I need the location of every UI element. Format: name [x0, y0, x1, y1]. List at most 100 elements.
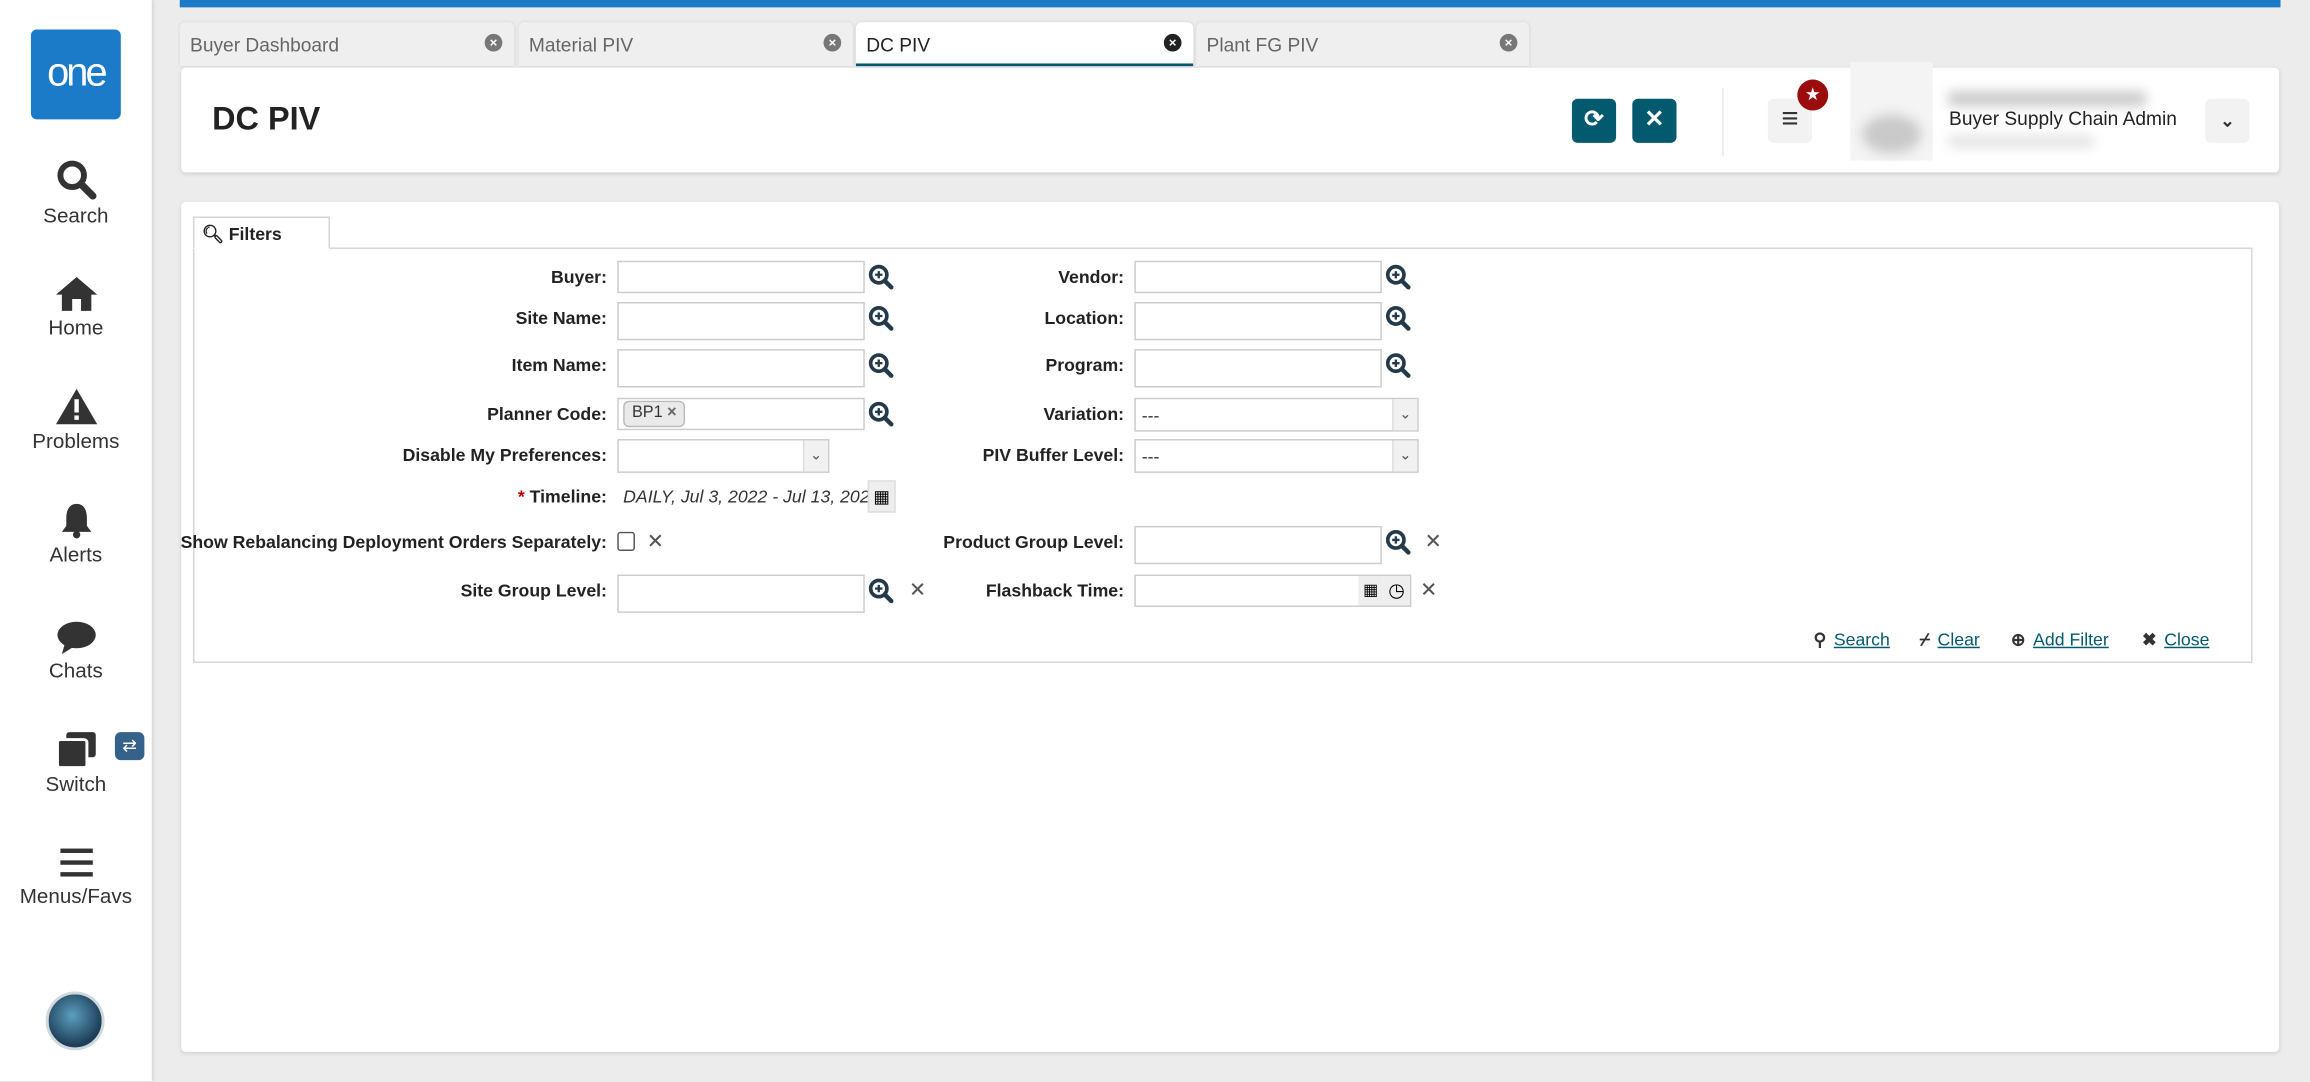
close-icon: ✖ [2142, 629, 2157, 650]
add-filter-link[interactable]: ⊕ Add Filter [2011, 629, 2109, 650]
tab-buyer-dashboard[interactable]: Buyer Dashboard × [179, 22, 515, 67]
show-rebalancing-label: Show Rebalancing Deployment Orders Separ… [180, 531, 607, 553]
tab-plant-fg-piv[interactable]: Plant FG PIV × [1196, 22, 1530, 67]
planner-code-label: Planner Code: [487, 403, 607, 425]
calendar-icon[interactable]: ▦ [867, 480, 896, 513]
disable-my-preferences-select[interactable]: ⌄ [617, 439, 830, 473]
switch-badge-icon: ⇄ [114, 732, 145, 761]
search-icon: 🔍︎ [201, 223, 225, 245]
product-group-level-lookup-icon[interactable] [1385, 529, 1412, 556]
bell-icon [61, 503, 91, 539]
site-group-level-input[interactable] [617, 574, 865, 613]
selected-value: --- [1141, 405, 1160, 426]
planner-code-chip[interactable]: BP1 × [623, 400, 686, 428]
search-icon: ⚲ [1813, 629, 1827, 650]
switch-icon [55, 732, 96, 770]
remove-chip-icon[interactable]: × [667, 404, 676, 422]
site-name-label: Site Name: [515, 307, 607, 329]
tab-dc-piv[interactable]: DC PIV × [855, 22, 1194, 67]
search-icon [56, 160, 96, 200]
buyer-input[interactable] [617, 260, 865, 294]
planner-code-lookup-icon[interactable] [868, 401, 895, 428]
user-photo [1850, 61, 1933, 161]
item-name-label: Item Name: [511, 355, 607, 376]
clock-icon[interactable]: ◷ [1383, 576, 1410, 606]
close-tab-icon[interactable]: × [823, 33, 842, 52]
search-link-label: Search [1833, 629, 1890, 650]
chevron-down-icon: ⌄ [2220, 110, 2235, 132]
site-name-input[interactable] [617, 302, 865, 341]
close-filters-link[interactable]: ✖ Close [2142, 629, 2209, 650]
site-group-level-remove-icon[interactable]: ✕ [909, 577, 926, 602]
tab-label: Plant FG PIV [1206, 33, 1319, 56]
app-logo[interactable]: one [30, 29, 121, 120]
user-menu-dropdown-button[interactable]: ⌄ [2205, 98, 2250, 143]
menu-icon [59, 848, 93, 877]
broom-icon: ⌿ [1919, 629, 1931, 650]
piv-buffer-select[interactable]: --- ⌄ [1134, 439, 1419, 473]
add-filter-link-label: Add Filter [2033, 629, 2109, 650]
timeline-label: * Timeline: [518, 486, 607, 507]
item-name-lookup-icon[interactable] [868, 352, 895, 379]
product-group-level-input[interactable] [1134, 525, 1382, 565]
clear-link-label: Clear [1937, 629, 1980, 650]
chevron-down-icon: ⌄ [1392, 440, 1418, 472]
site-name-lookup-icon[interactable] [868, 305, 895, 332]
search-link[interactable]: ⚲ Search [1814, 629, 1890, 650]
program-label: Program: [1045, 355, 1125, 376]
variation-select[interactable]: --- ⌄ [1134, 397, 1419, 432]
sidebar-item-alerts[interactable]: Alerts [0, 501, 152, 566]
top-accent-bar [179, 0, 2281, 8]
user-avatar[interactable] [45, 991, 105, 1051]
home-icon [55, 276, 97, 311]
required-marker: * [517, 486, 525, 507]
flashback-time-remove-icon[interactable]: ✕ [1420, 577, 1437, 602]
sidebar-item-label: Problems [32, 428, 120, 453]
close-tab-icon[interactable]: × [484, 33, 503, 52]
show-rebalancing-remove-icon[interactable]: ✕ [647, 529, 664, 554]
sidebar-item-label: Home [48, 315, 104, 339]
program-input[interactable] [1134, 349, 1382, 388]
close-tab-icon[interactable]: × [1163, 33, 1182, 52]
user-name-redacted [1947, 91, 2147, 107]
sidebar-item-home[interactable]: Home [0, 274, 152, 339]
show-rebalancing-checkbox[interactable] [617, 531, 635, 551]
plus-circle-icon: ⊕ [2010, 629, 2026, 650]
filters-tab[interactable]: 🔍︎ Filters [192, 216, 330, 249]
product-group-level-label: Product Group Level: [943, 531, 1125, 553]
warning-icon [55, 388, 97, 425]
clear-link[interactable]: ⌿ Clear [1920, 629, 1980, 651]
sidebar-item-problems[interactable]: Problems [0, 387, 152, 452]
calendar-icon[interactable]: ▦ [1358, 576, 1384, 606]
vendor-lookup-icon[interactable] [1385, 264, 1412, 291]
refresh-button[interactable]: ⟳ [1571, 98, 1617, 143]
buyer-lookup-icon[interactable] [868, 264, 895, 291]
program-lookup-icon[interactable] [1385, 352, 1412, 379]
location-input[interactable] [1134, 302, 1382, 341]
item-name-input[interactable] [617, 349, 865, 388]
sidebar-item-chats[interactable]: Chats [0, 620, 152, 682]
filters-tab-label: Filters [228, 223, 282, 245]
favorites-star-badge-icon: ★ [1797, 79, 1829, 111]
site-group-level-lookup-icon[interactable] [868, 577, 895, 604]
location-lookup-icon[interactable] [1385, 305, 1412, 332]
vendor-input[interactable] [1134, 260, 1382, 294]
sidebar-item-label: Menus/Favs [19, 883, 133, 908]
close-icon: ✕ [1644, 107, 1665, 133]
user-email-redacted [1947, 135, 2095, 148]
sidebar-item-label: Alerts [49, 542, 103, 566]
timeline-value[interactable]: DAILY, Jul 3, 2022 - Jul 13, 2022 [623, 486, 879, 507]
sidebar-item-menus-favs[interactable]: Menus/Favs [0, 846, 152, 908]
close-page-button[interactable]: ✕ [1632, 98, 1677, 143]
sidebar-item-search[interactable]: Search [0, 159, 152, 227]
product-group-level-remove-icon[interactable]: ✕ [1425, 529, 1442, 554]
flashback-time-label: Flashback Time: [985, 580, 1125, 602]
page-title: DC PIV [212, 100, 321, 138]
close-tab-icon[interactable]: × [1499, 33, 1518, 52]
chat-icon [56, 621, 96, 655]
sidebar-item-label: Switch [45, 771, 107, 796]
site-group-level-label: Site Group Level: [460, 580, 607, 602]
tab-material-piv[interactable]: Material PIV × [518, 22, 853, 67]
chevron-down-icon: ⌄ [1392, 399, 1418, 431]
chip-label: BP1 [632, 403, 663, 422]
